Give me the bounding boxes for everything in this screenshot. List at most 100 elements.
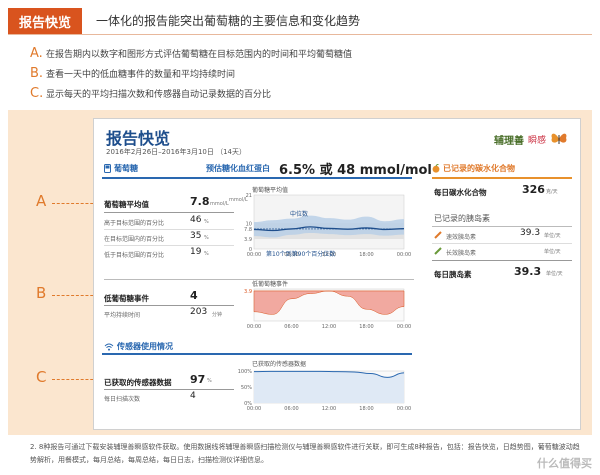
callout-a-line [52,203,98,204]
low-events-label: 低葡萄糖事件 [104,294,149,303]
daily-scans-label: 每日扫描次数 [104,396,141,403]
median-legend: 中位数 [290,211,309,218]
rapid-insulin-value: 39.3 [520,228,541,238]
butterfly-icon [551,133,567,144]
glucose-heading: 葡萄糖 [104,163,138,174]
y-tick-label: 10 [246,221,252,227]
rapid-insulin-label: 速效胰岛素 [446,234,477,241]
long-insulin-unit: 单位/天 [544,249,561,255]
report-snapshot-panel: 报告快览 2016年2月26日–2016年3月10日 （14天） 辅理善 瞬感 … [93,118,581,430]
below-range-unit: % [204,251,209,257]
carbs-heading: 已记录的碳水化合物 [432,163,515,174]
in-range-value: 35 [190,231,202,241]
callout-b: B [36,284,47,302]
header-badge: 报告快览 [8,8,82,34]
intro-item-c: C. 显示每天的平均扫描次数和传感器自动记录数据的百分比 [30,86,271,101]
x-tick-label: 12:00 [322,324,336,330]
insulin-rule [432,226,572,227]
intro-item-a: A. 在报告期内以数字和图形方式评估葡萄糖在目标范围内的时间和平均葡萄糖值 [30,46,352,61]
intro-text: 查看一天中的低血糖事件的数量和平均持续时间 [46,70,236,80]
intro-letter: B. [30,66,44,81]
long-insulin-label: 长效胰岛素 [446,250,477,257]
report-dates: 2016年2月26日–2016年3月10日 [106,148,214,156]
glucose-rule [102,177,412,179]
in-range-label: 在目标范围内的百分比 [104,236,165,243]
callout-b-line [52,295,98,296]
daily-carbs-unit: 克/天 [546,189,558,195]
below-range-label: 低于目标范围的百分比 [104,252,165,259]
a1c-label: 预估糖化血红蛋白 [206,164,270,173]
intro-letter: C. [30,86,44,101]
carbs-rule [432,177,572,179]
sensor-divider [104,389,234,390]
report-date-range: 2016年2月26日–2016年3月10日 （14天） [106,147,246,157]
sensor-heading: 传感器使用情况 [104,341,173,352]
avg-duration-value: 203 [190,307,208,317]
row-divider [432,243,572,244]
a1c-value: 6.5% 或 48 mmol/mol [279,163,432,178]
header-title: 一体化的报告能突出葡萄糖的主要信息和变化趋势 [96,14,361,28]
sensor-captured-label: 已获取的传感器数据 [104,378,172,387]
avg-glucose-label: 葡萄糖平均值 [104,200,149,209]
glucose-heading-text: 葡萄糖 [114,164,138,173]
intro-text: 在报告期内以数字和图形方式评估葡萄糖在目标范围内的时间和平均葡萄糖值 [46,50,353,60]
report-days: （14天） [216,148,247,156]
avg-duration-unit: 分钟 [212,312,223,318]
carbs-heading-text: 已记录的碳水化合物 [443,164,515,173]
avg-duration-label: 平均持续时间 [104,312,141,319]
avg-glucose-unit: mmol/L [210,201,229,207]
wireless-icon [104,343,114,351]
x-tick-label: 12:00 [322,406,336,412]
brand-name-2: 瞬感 [527,135,546,146]
below-range-value: 19 [190,247,202,257]
watermark: 什么值得买 [537,457,592,470]
x-tick-label: 06:00 [284,406,298,412]
sensor-captured-unit: % [207,378,212,384]
apple-icon [432,164,440,173]
sensor-data-chart: 100%50%0%00:00 06:00 12:00 18:00 00:00 [238,369,412,412]
x-tick-label: 18:00 [359,324,373,330]
y-tick-label: 3.9 [244,237,252,243]
header-divider [8,34,592,35]
insulin-heading: 已记录的胰岛素 [434,214,490,223]
rapid-insulin-unit: 单位/天 [544,233,561,239]
intro-item-b: B. 查看一天中的低血糖事件的数量和平均持续时间 [30,66,235,81]
y-tick-label: 7.8 [244,227,252,233]
long-insulin-pen-icon [434,247,442,255]
callout-a: A [36,192,47,210]
intro-text: 显示每天的平均扫描次数和传感器自动记录数据的百分比 [46,90,272,100]
row-divider [104,245,234,246]
x-tick-label: 00:00 [397,406,411,412]
y-tick-label: 100% [238,369,253,375]
x-tick-label: 00:00 [397,324,411,330]
avg-glucose-value: 7.8 [190,195,210,208]
callout-c-line [52,379,98,380]
x-tick-label: 00:00 [247,324,261,330]
in-range-unit: % [204,235,209,241]
low-events-value: 4 [190,289,198,302]
sensor-captured-value: 97 [190,373,206,386]
x-tick-label: 18:00 [359,406,373,412]
low-glucose-chart: 3.9 00:00 06:00 12:00 18:00 00:00 [244,288,411,330]
daily-insulin-value: 39.3 [514,265,542,278]
daily-scans-value: 4 [190,391,196,401]
daily-carbs-value: 326 [522,183,545,196]
daily-insulin-label: 每日胰岛素 [434,270,472,279]
callout-c: C [36,368,47,386]
above-range-unit: % [204,219,209,225]
report-title: 报告快览 [106,129,171,148]
daily-insulin-unit: 单位/天 [546,271,563,277]
footer-note: 2. 8种报告可通过下载安装辅理善瞬感软件获取。使用数据线将辅理善瞬感扫描检测仪… [30,443,580,464]
x-tick-label: 00:00 [397,252,411,258]
sensor-heading-text: 传感器使用情况 [117,342,173,351]
row-divider [432,260,572,261]
y-tick-label: 21 [246,193,252,199]
sensor-chart-title: 已获取的传感器数据 [252,361,307,368]
x-tick-label: 06:00 [284,324,298,330]
x-tick-label: 00:00 [247,252,261,258]
daily-carbs-label: 每日碳水化合物 [434,188,487,197]
sensor-rule [102,353,412,355]
above-range-value: 46 [190,215,202,225]
above-range-label: 高于目标范围的百分比 [104,220,165,227]
x-tick-label: 00:00 [247,406,261,412]
